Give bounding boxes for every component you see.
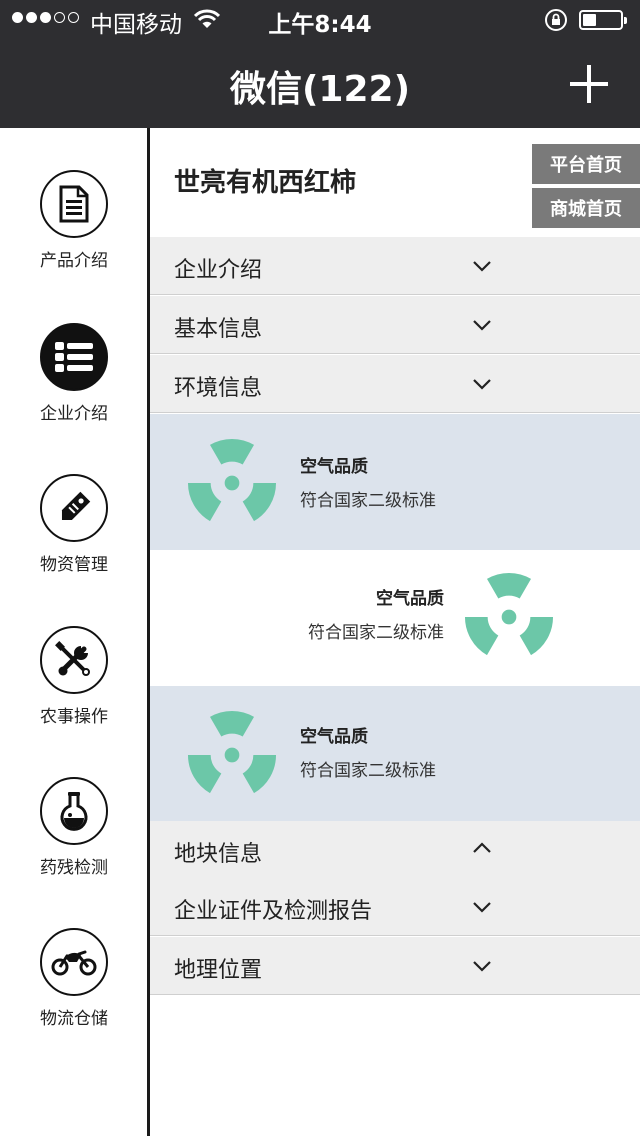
- card-title: 空气品质: [300, 457, 368, 477]
- tools-icon: [40, 626, 108, 694]
- radiation-icon: [464, 572, 554, 656]
- chevron-down-icon: [473, 320, 491, 331]
- section-label: 地理位置: [174, 958, 263, 983]
- motorcycle-icon: [40, 928, 108, 996]
- company-name: 世亮有机西红柿: [174, 168, 357, 198]
- card-title: 空气品质: [300, 727, 368, 747]
- sidebar-item-label: 物流仓储: [40, 1009, 108, 1029]
- sidebar-item-label: 企业介绍: [40, 404, 108, 424]
- add-icon[interactable]: [570, 65, 608, 103]
- sidebar-item-company-intro[interactable]: 企业介绍: [0, 323, 148, 424]
- tag-icon: [40, 474, 108, 542]
- nav-bar: 微信(122): [0, 40, 640, 128]
- section-label: 基本信息: [174, 317, 263, 342]
- section-label: 环境信息: [174, 376, 263, 401]
- sidebar-item-label: 农事操作: [40, 707, 108, 727]
- status-bar: 中国移动 上午8:44: [0, 0, 640, 40]
- chevron-down-icon: [473, 379, 491, 390]
- sidebar-item-residue-test[interactable]: 药残检测: [0, 777, 148, 878]
- env-card: 空气品质 符合国家二级标准: [150, 686, 640, 822]
- mall-home-button[interactable]: 商城首页: [532, 188, 640, 228]
- sidebar-item-product-intro[interactable]: 产品介绍: [0, 170, 148, 271]
- sidebar-item-logistics[interactable]: 物流仓储: [0, 928, 148, 1029]
- sidebar-item-farm-ops[interactable]: 农事操作: [0, 626, 148, 727]
- section-label: 地块信息: [174, 842, 263, 867]
- sidebar-item-label: 产品介绍: [40, 251, 108, 271]
- section-plot-info[interactable]: 地块信息: [150, 821, 640, 879]
- section-company-intro[interactable]: 企业介绍: [150, 237, 640, 295]
- chevron-down-icon: [473, 961, 491, 972]
- card-title: 空气品质: [376, 589, 444, 609]
- sidebar-item-materials[interactable]: 物资管理: [0, 474, 148, 575]
- chevron-down-icon: [473, 261, 491, 272]
- sidebar-item-label: 药残检测: [40, 858, 108, 878]
- radiation-icon: [187, 438, 277, 522]
- platform-home-button[interactable]: 平台首页: [532, 144, 640, 184]
- section-certs-reports[interactable]: 企业证件及检测报告: [150, 878, 640, 936]
- section-label: 企业证件及检测报告: [174, 899, 373, 924]
- sidebar-item-label: 物资管理: [40, 555, 108, 575]
- chevron-up-icon: [473, 842, 491, 853]
- flask-icon: [40, 777, 108, 845]
- company-header: 世亮有机西红柿 平台首页 商城首页: [150, 128, 640, 236]
- list-icon: [40, 323, 108, 391]
- card-desc: 符合国家二级标准: [308, 623, 444, 643]
- nav-title: 微信(122): [229, 69, 411, 110]
- document-icon: [40, 170, 108, 238]
- card-desc: 符合国家二级标准: [300, 491, 436, 511]
- section-label: 企业介绍: [174, 258, 263, 283]
- env-card: 空气品质 符合国家二级标准: [150, 414, 640, 550]
- section-basic-info[interactable]: 基本信息: [150, 296, 640, 354]
- section-env-info[interactable]: 环境信息: [150, 355, 640, 413]
- radiation-icon: [187, 710, 277, 794]
- battery-icon: [579, 10, 627, 30]
- chevron-down-icon: [473, 902, 491, 913]
- card-desc: 符合国家二级标准: [300, 761, 436, 781]
- section-location[interactable]: 地理位置: [150, 937, 640, 995]
- env-card: 空气品质 符合国家二级标准: [150, 550, 640, 686]
- rotation-lock-icon: [545, 9, 567, 31]
